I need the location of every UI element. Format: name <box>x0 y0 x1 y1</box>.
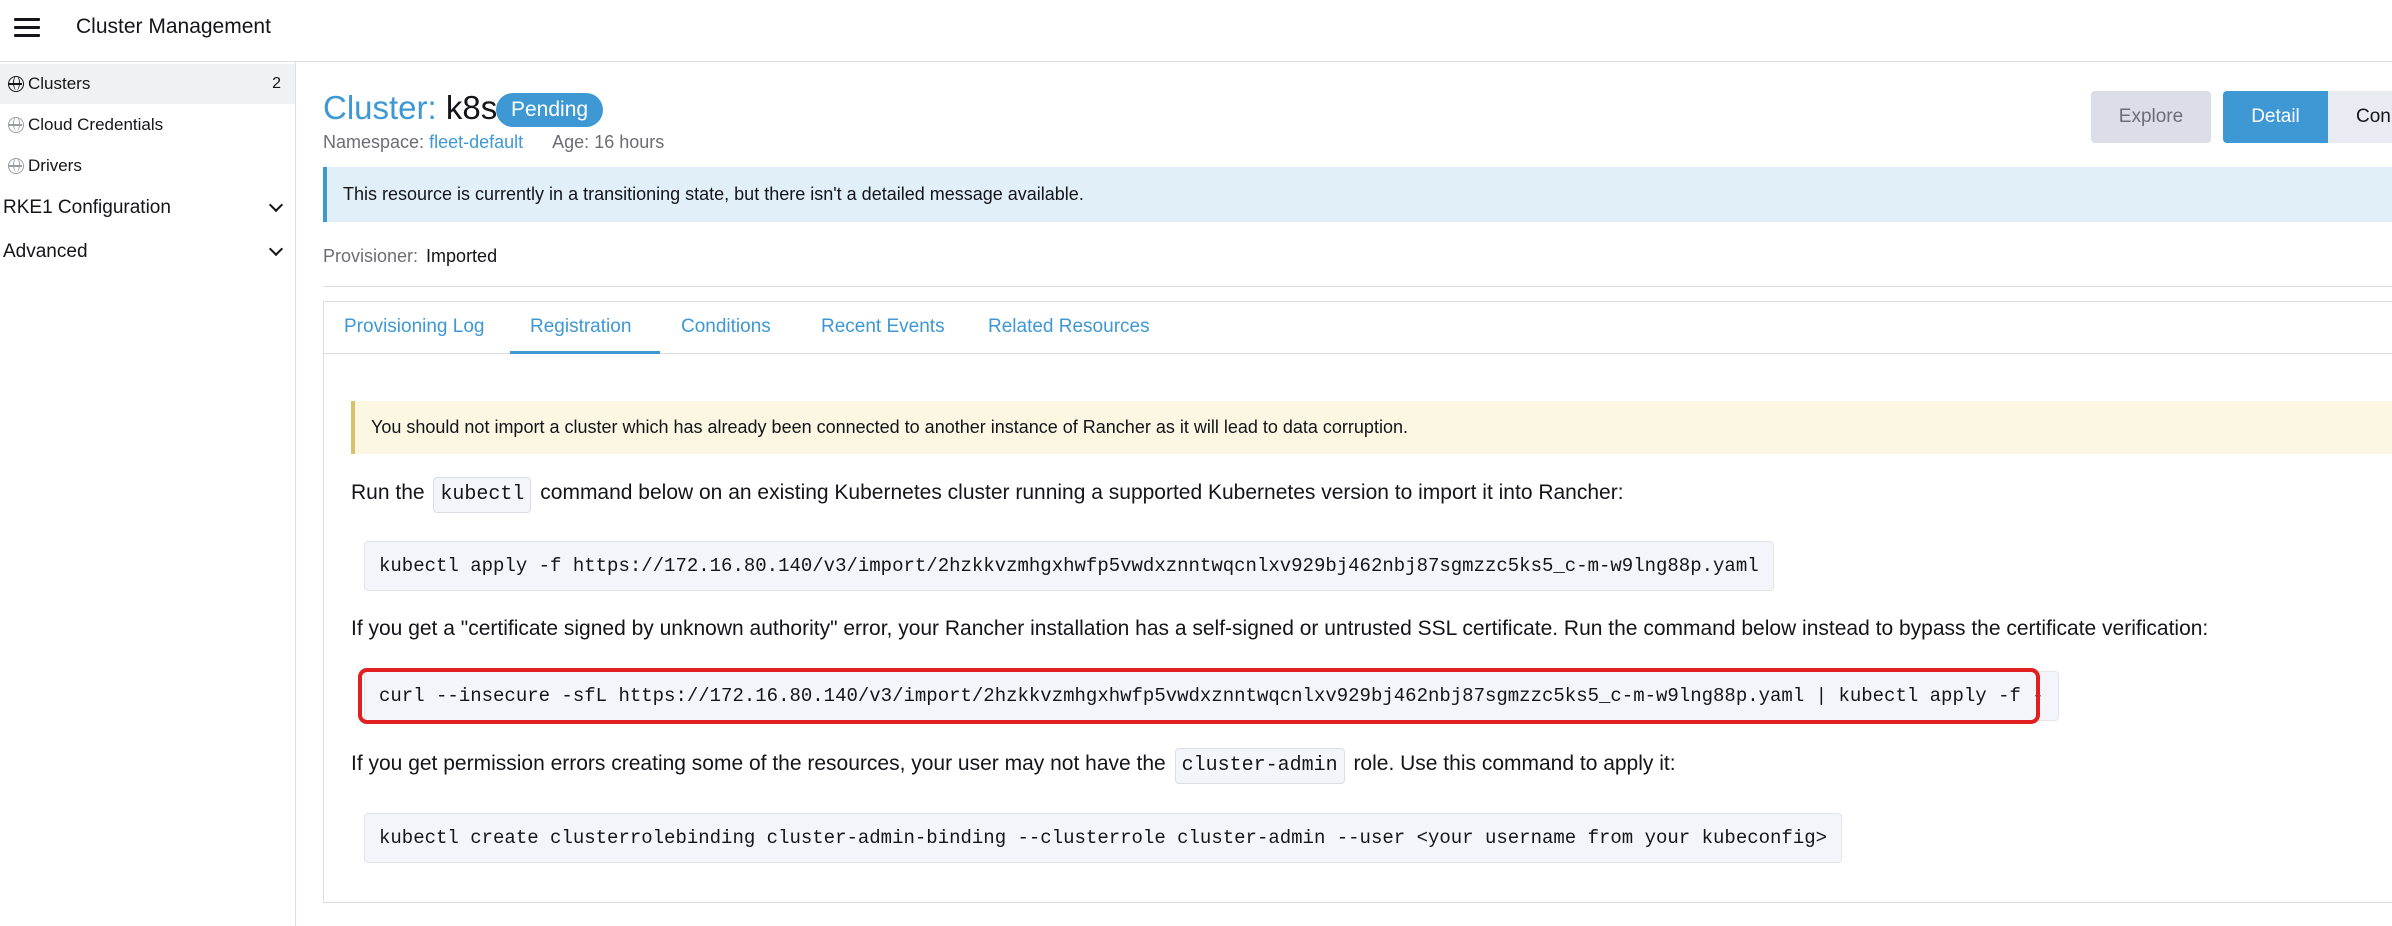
provisioner-value: Imported <box>426 246 498 266</box>
sidebar-item-label: Cloud Credentials <box>28 115 164 134</box>
page-meta: Namespace: fleet-default Age: 16 hours <box>323 132 664 153</box>
namespace-link[interactable]: fleet-default <box>429 132 523 152</box>
run-suffix: command below on an existing Kubernetes … <box>540 481 1624 504</box>
inline-code-cluster-admin: cluster-admin <box>1174 748 1345 784</box>
tab-bar: Provisioning Log Registration Conditions… <box>324 302 2392 354</box>
sidebar-group-label: RKE1 Configuration <box>3 197 171 218</box>
sidebar-group-rke1-configuration[interactable]: RKE1 Configuration <box>0 186 295 230</box>
chevron-down-icon <box>268 197 284 213</box>
tab-provisioning-log[interactable]: Provisioning Log <box>344 302 484 354</box>
tab-related-resources[interactable]: Related Resources <box>988 302 1150 354</box>
inline-code-kubectl: kubectl <box>433 477 532 513</box>
tab-recent-events[interactable]: Recent Events <box>821 302 945 354</box>
sidebar-item-label: Clusters <box>28 74 91 93</box>
chevron-down-icon <box>268 241 284 257</box>
divider <box>323 286 2392 287</box>
explore-button[interactable]: Explore <box>2091 91 2211 143</box>
kubectl-apply-command[interactable]: kubectl apply -f https://172.16.80.140/v… <box>364 541 1774 591</box>
sidebar: Clusters 2 Cloud Credentials Drivers RKE… <box>0 62 296 926</box>
tab-panel: Provisioning Log Registration Conditions… <box>323 301 2392 903</box>
header-title: Cluster Management <box>76 15 271 38</box>
perm-prefix: If you get permission errors creating so… <box>351 752 1166 775</box>
certificate-instructions: If you get a "certificate signed by unkn… <box>351 617 2209 640</box>
detail-button[interactable]: Detail <box>2223 91 2328 143</box>
hamburger-menu-icon[interactable] <box>12 14 42 44</box>
provisioner-label: Provisioner: <box>323 246 419 266</box>
sidebar-group-label: Advanced <box>3 241 88 262</box>
permission-instructions: If you get permission errors creating so… <box>351 747 1676 784</box>
globe-icon <box>8 117 24 133</box>
sidebar-item-label: Drivers <box>28 156 82 175</box>
sidebar-item-drivers[interactable]: Drivers <box>0 146 295 186</box>
config-button[interactable]: Con <box>2328 91 2392 143</box>
info-banner: This resource is currently in a transiti… <box>323 167 2392 222</box>
perm-suffix: role. Use this command to apply it: <box>1353 752 1676 775</box>
status-badge: Pending <box>496 93 604 127</box>
sidebar-item-clusters[interactable]: Clusters 2 <box>0 64 295 104</box>
sidebar-item-count: 2 <box>272 75 281 92</box>
provisioner-row: Provisioner: Imported <box>323 246 497 267</box>
run-instructions: Run the kubectl command below on an exis… <box>351 476 1624 513</box>
age-label: Age: <box>552 132 590 152</box>
run-prefix: Run the <box>351 481 425 504</box>
tab-conditions[interactable]: Conditions <box>681 302 771 354</box>
page-title-label: Cluster: <box>323 89 437 126</box>
namespace-label: Namespace: <box>323 132 425 152</box>
tab-registration[interactable]: Registration <box>510 302 660 354</box>
warning-banner: You should not import a cluster which ha… <box>351 401 2392 454</box>
clusterrolebinding-command[interactable]: kubectl create clusterrolebinding cluste… <box>364 813 1843 863</box>
globe-icon <box>8 158 24 174</box>
highlight-box <box>358 668 2040 724</box>
globe-icon <box>8 76 24 92</box>
age-value: 16 hours <box>594 132 665 152</box>
sidebar-item-cloud-credentials[interactable]: Cloud Credentials <box>0 105 295 145</box>
sidebar-group-advanced[interactable]: Advanced <box>0 230 295 274</box>
top-header: Cluster Management <box>0 0 2392 62</box>
page-title-name: k8s <box>445 89 498 126</box>
page-title: Cluster: k8s <box>323 86 497 130</box>
